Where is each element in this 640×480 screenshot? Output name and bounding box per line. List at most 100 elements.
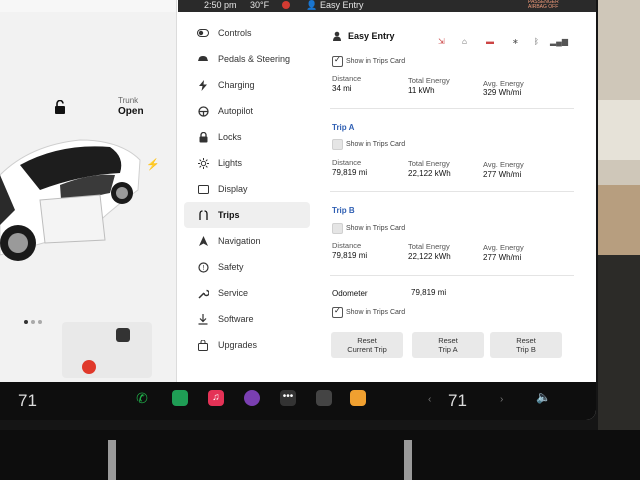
sidebar-item-lights[interactable]: Lights bbox=[184, 150, 314, 176]
sidebar-item-charging[interactable]: Charging bbox=[184, 72, 314, 98]
profile-icon[interactable]: 👤 bbox=[306, 0, 317, 10]
passenger-temperature[interactable]: 71 bbox=[448, 391, 467, 411]
car-panel-top bbox=[0, 0, 176, 12]
dashboard-vent bbox=[0, 430, 640, 480]
bolt-icon bbox=[196, 78, 210, 92]
reset-current-trip-button[interactable]: Reset Current Trip bbox=[331, 332, 403, 358]
button-label: Current Trip bbox=[347, 345, 387, 354]
trip-b-title: Trip B bbox=[332, 206, 355, 215]
screen-stand-right bbox=[404, 440, 412, 480]
reset-trip-b-button[interactable]: Reset Trip B bbox=[490, 332, 562, 358]
sidebar-item-label: Locks bbox=[218, 132, 242, 142]
car-icon bbox=[196, 52, 210, 66]
sidebar-item-software[interactable]: Software bbox=[184, 306, 314, 332]
video-icon[interactable] bbox=[316, 390, 332, 406]
button-label: Reset bbox=[438, 336, 458, 345]
sidebar-item-locks[interactable]: Locks bbox=[184, 124, 314, 150]
passenger-airbag-status: PASSENGER AIRBAG OFF bbox=[528, 0, 559, 10]
bluetooth-icon[interactable]: ∗ bbox=[512, 37, 519, 46]
taskbar: 71 ✆ ♫ ••• ‹ 71 › 🔈 bbox=[0, 382, 596, 420]
sidebar-item-display[interactable]: Display bbox=[184, 176, 314, 202]
page-indicator bbox=[24, 311, 45, 329]
sidebar-item-navigation[interactable]: Navigation bbox=[184, 228, 314, 254]
trips-panel: Easy Entry ⇲ ⌂ ▬ ∗ ᛒ ▂▄▆ Show in Trips C… bbox=[316, 20, 586, 382]
sun-icon bbox=[196, 156, 210, 170]
sidebar-item-upgrades[interactable]: Upgrades bbox=[184, 332, 314, 358]
more-dots-icon[interactable]: ••• bbox=[280, 390, 296, 406]
car-view-panel: Trunk Open ⚡ bbox=[0, 0, 177, 382]
avg-value: 277 Wh/mi bbox=[483, 253, 522, 262]
steering-wheel-icon bbox=[196, 104, 210, 118]
touchscreen: Trunk Open ⚡ 2:50 pm 30°F 👤 Easy Entry P… bbox=[0, 0, 596, 420]
current-show-checkbox[interactable] bbox=[332, 55, 343, 67]
unlock-icon[interactable] bbox=[54, 100, 66, 114]
clock: 2:50 pm bbox=[204, 0, 237, 10]
home-icon[interactable]: ⌂ bbox=[462, 37, 467, 46]
checkbox-label: Show in Trips Card bbox=[346, 141, 406, 148]
sidebar-item-label: Pedals & Steering bbox=[218, 54, 291, 64]
energy-label: Total Energy bbox=[408, 159, 450, 168]
trips-icon bbox=[196, 208, 210, 222]
volume-icon[interactable]: 🔈 bbox=[536, 390, 551, 404]
button-label: Trip B bbox=[516, 345, 536, 354]
energy-label: Total Energy bbox=[408, 76, 450, 85]
distance-value: 34 mi bbox=[332, 84, 352, 93]
energy-value: 11 kWh bbox=[408, 86, 435, 95]
temp-down-arrow[interactable]: ‹ bbox=[428, 394, 431, 405]
toggle-icon bbox=[196, 26, 210, 40]
avg-label: Avg. Energy bbox=[483, 243, 524, 252]
trunk-label: Trunk bbox=[118, 96, 139, 105]
avg-label: Avg. Energy bbox=[483, 79, 524, 88]
sidebar-item-label: Display bbox=[218, 184, 248, 194]
garage-icon[interactable]: ▬ bbox=[486, 37, 494, 46]
seat-heater-icon[interactable] bbox=[116, 328, 130, 342]
odometer-show-checkbox[interactable] bbox=[332, 306, 343, 318]
sidebar-item-service[interactable]: Service bbox=[184, 280, 314, 306]
sidebar-item-label: Upgrades bbox=[218, 340, 258, 350]
safety-icon: ! bbox=[196, 260, 210, 274]
camera-icon[interactable] bbox=[244, 390, 260, 406]
trunk-open-button[interactable]: Open bbox=[118, 106, 144, 117]
trip-b-show-checkbox[interactable] bbox=[332, 223, 343, 234]
sidebar-item-label: Service bbox=[218, 288, 249, 298]
seatbelt-warning-icon bbox=[82, 360, 96, 374]
button-label: Reset bbox=[357, 336, 377, 345]
checkbox-label: Show in Trips Card bbox=[346, 225, 406, 232]
sidebar-item-pedals-steering[interactable]: Pedals & Steering bbox=[184, 46, 314, 72]
avg-value: 277 Wh/mi bbox=[483, 170, 522, 179]
status-profile-name[interactable]: Easy Entry bbox=[320, 0, 364, 10]
seat-icon[interactable]: ⇲ bbox=[438, 37, 445, 46]
distance-label: Distance bbox=[332, 74, 362, 83]
sidebar-item-label: Charging bbox=[218, 80, 255, 90]
odometer-value: 79,819 mi bbox=[411, 288, 447, 297]
sidebar-item-safety[interactable]: ! Safety bbox=[184, 254, 314, 280]
settings-menu: Controls Pedals & Steering Charging Auto… bbox=[184, 20, 314, 358]
phone-icon[interactable]: ✆ bbox=[134, 390, 150, 406]
sidebar-item-label: Safety bbox=[218, 262, 244, 272]
avg-value: 329 Wh/mi bbox=[483, 88, 522, 97]
divider bbox=[330, 275, 574, 276]
energy-label: Total Energy bbox=[408, 242, 450, 251]
toybox-icon[interactable] bbox=[350, 390, 366, 406]
svg-text:!: ! bbox=[202, 265, 204, 272]
sidebar-item-label: Software bbox=[218, 314, 254, 324]
button-label: Reset bbox=[516, 336, 536, 345]
divider bbox=[330, 191, 574, 192]
seat-heater-widget[interactable] bbox=[62, 322, 152, 378]
sidebar-item-controls[interactable]: Controls bbox=[184, 20, 314, 46]
sidebar-item-autopilot[interactable]: Autopilot bbox=[184, 98, 314, 124]
checkbox-label: Show in Trips Card bbox=[346, 58, 406, 65]
temp-up-arrow[interactable]: › bbox=[500, 394, 503, 405]
reset-trip-a-button[interactable]: Reset Trip A bbox=[412, 332, 484, 358]
driver-temperature[interactable]: 71 bbox=[18, 391, 37, 411]
dashboard-background bbox=[598, 0, 640, 480]
lock-icon bbox=[196, 130, 210, 144]
trip-a-show-checkbox[interactable] bbox=[332, 139, 343, 150]
sidebar-item-trips[interactable]: Trips bbox=[184, 202, 310, 228]
tasks-icon[interactable] bbox=[172, 390, 188, 406]
trip-a-title: Trip A bbox=[332, 123, 355, 132]
status-bar: 2:50 pm 30°F 👤 Easy Entry PASSENGER AIRB… bbox=[178, 0, 596, 12]
music-icon[interactable]: ♫ bbox=[208, 390, 224, 406]
page-title[interactable]: Easy Entry bbox=[348, 31, 395, 41]
bluetooth-icon[interactable]: ᛒ bbox=[534, 37, 539, 46]
